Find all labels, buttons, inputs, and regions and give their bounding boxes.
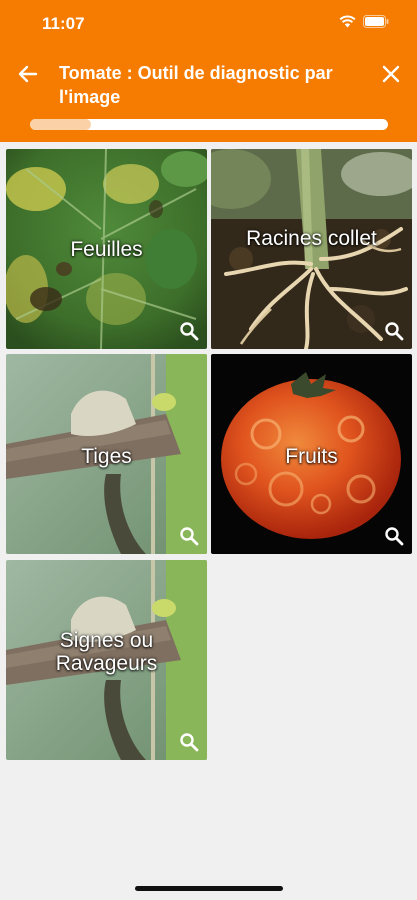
tile-label: Feuilles bbox=[70, 238, 143, 261]
arrow-left-icon bbox=[18, 65, 38, 83]
back-button[interactable] bbox=[14, 60, 42, 88]
tile-label: Signes ou Ravageurs bbox=[55, 629, 158, 675]
progress-fill bbox=[30, 119, 91, 130]
magnify-icon[interactable] bbox=[384, 526, 404, 546]
magnify-icon[interactable] bbox=[179, 526, 199, 546]
magnify-icon[interactable] bbox=[179, 732, 199, 752]
app-header: 11:07 Tomate : Outil de diagnostic par l… bbox=[0, 0, 417, 142]
wifi-icon bbox=[339, 15, 356, 28]
tile-fruits[interactable]: Fruits bbox=[211, 354, 412, 554]
tile-tiges[interactable]: Tiges bbox=[6, 354, 207, 554]
close-icon bbox=[382, 65, 400, 83]
tile-signes-ravageurs[interactable]: Signes ou Ravageurs bbox=[6, 560, 207, 760]
tile-label: Tiges bbox=[81, 445, 132, 468]
progress-bar bbox=[30, 119, 388, 130]
tile-label: Racines collet bbox=[246, 227, 377, 250]
tile-label: Fruits bbox=[285, 445, 338, 468]
status-icons bbox=[339, 15, 389, 28]
home-indicator bbox=[135, 886, 283, 891]
page-title: Tomate : Outil de diagnostic par l'image bbox=[59, 63, 333, 107]
close-button[interactable] bbox=[377, 60, 405, 88]
tile-racines-collet[interactable]: Racines collet bbox=[211, 149, 412, 349]
magnify-icon[interactable] bbox=[179, 321, 199, 341]
battery-icon bbox=[363, 15, 389, 28]
tile-feuilles[interactable]: Feuilles bbox=[6, 149, 207, 349]
magnify-icon[interactable] bbox=[384, 321, 404, 341]
status-time: 11:07 bbox=[42, 14, 85, 33]
status-bar: 11:07 bbox=[0, 0, 417, 46]
